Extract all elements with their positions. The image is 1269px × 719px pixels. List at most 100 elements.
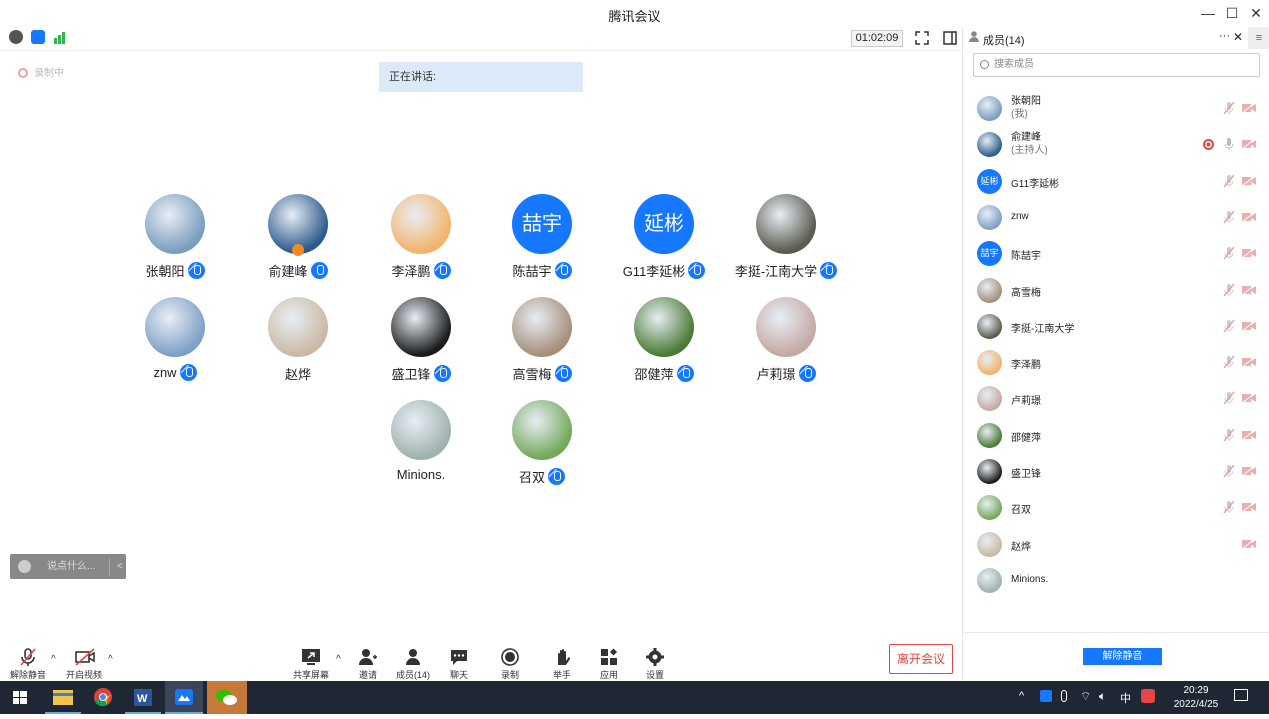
camera-off-icon[interactable]	[1242, 248, 1256, 259]
collapse-chat-icon[interactable]: <	[117, 554, 123, 579]
participant-tile[interactable]: 喆宇 陈喆宇	[482, 194, 602, 280]
raise-hand-button[interactable]: 举手	[540, 648, 584, 681]
camera-off-icon[interactable]	[1242, 211, 1256, 222]
leave-meeting-button[interactable]: 离开会议	[889, 644, 953, 674]
participant-tile[interactable]: 赵烨	[238, 297, 358, 383]
start-video-button[interactable]: 开启视频	[62, 648, 106, 681]
camera-off-icon[interactable]	[1242, 429, 1256, 440]
wechat-icon[interactable]	[207, 681, 247, 714]
chat-button[interactable]: 聊天	[437, 648, 481, 681]
file-explorer-icon[interactable]	[45, 681, 81, 714]
close-panel-icon[interactable]: ✕	[1233, 30, 1243, 44]
participant-tile[interactable]: znw	[115, 297, 235, 381]
mic-muted-icon[interactable]	[1223, 465, 1235, 477]
camera-off-icon[interactable]	[1242, 320, 1256, 331]
tray-chevron-icon[interactable]: ^	[1019, 690, 1024, 702]
mic-muted-icon[interactable]	[1223, 501, 1235, 514]
participant-tile[interactable]: 俞建峰	[238, 194, 358, 280]
word-icon[interactable]: W	[125, 681, 161, 714]
camera-off-icon[interactable]	[1242, 357, 1256, 368]
member-row[interactable]: 邵健萍	[963, 417, 1269, 453]
minimize-button[interactable]: —	[1196, 2, 1220, 24]
member-row[interactable]: 俞建峰 (主持人)	[963, 126, 1269, 162]
member-search-input[interactable]: 搜索成员	[973, 53, 1260, 77]
participant-tile[interactable]: 李泽鹏	[361, 194, 481, 280]
member-row[interactable]: 李泽鹏	[963, 344, 1269, 380]
mic-muted-icon[interactable]	[1223, 174, 1235, 187]
participant-tile[interactable]: Minions.	[361, 400, 481, 482]
member-row[interactable]: 张朝阳 (我)	[963, 90, 1269, 126]
fullscreen-icon[interactable]	[914, 30, 930, 46]
invite-button[interactable]: 邀请	[346, 648, 390, 681]
close-button[interactable]: ✕	[1244, 2, 1268, 24]
mic-muted-icon[interactable]	[1223, 247, 1235, 260]
record-button[interactable]: 录制	[488, 648, 532, 681]
camera-off-icon[interactable]	[1242, 103, 1256, 113]
video-options-caret[interactable]: ^	[108, 654, 113, 665]
camera-off-icon[interactable]	[1242, 139, 1256, 150]
tencent-meeting-icon[interactable]	[165, 681, 203, 714]
camera-off-icon[interactable]	[1242, 538, 1256, 549]
mic-muted-icon[interactable]	[1223, 319, 1235, 332]
share-screen-button[interactable]: 共享屏幕	[289, 648, 333, 681]
member-row[interactable]: 召双	[963, 489, 1269, 525]
participant-tile[interactable]: 高雪梅	[482, 297, 602, 383]
more-options-icon[interactable]: ···	[1219, 30, 1230, 42]
camera-off-icon[interactable]	[1242, 175, 1256, 186]
member-row[interactable]: 赵烨	[963, 526, 1269, 562]
member-row[interactable]: Minions.	[963, 562, 1269, 598]
participant-tile[interactable]: 李挺-江南大学	[726, 194, 846, 280]
mic-muted-icon[interactable]	[1223, 102, 1235, 114]
emoji-icon[interactable]	[18, 560, 31, 573]
participant-name-row: 邵健萍	[604, 364, 724, 383]
camera-off-icon[interactable]	[1242, 393, 1256, 404]
maximize-button[interactable]: ☐	[1220, 2, 1244, 24]
chat-input-box[interactable]: 说点什么... <	[10, 554, 126, 579]
participant-tile[interactable]: 召双	[482, 400, 602, 486]
members-button[interactable]: 成员(14)	[391, 648, 435, 681]
audio-options-caret[interactable]: ^	[51, 654, 56, 665]
unmute-all-button[interactable]: 解除静音	[1083, 648, 1162, 665]
participant-tile[interactable]: 盛卫锋	[361, 297, 481, 383]
camera-off-icon[interactable]	[1242, 284, 1256, 295]
participant-tile[interactable]: 卢莉璟	[726, 297, 846, 383]
signal-icon[interactable]	[53, 30, 69, 46]
sogou-ime-icon[interactable]	[1141, 689, 1155, 703]
apps-button[interactable]: 应用	[587, 648, 631, 681]
member-row[interactable]: 高雪梅	[963, 272, 1269, 308]
tray-mic-icon[interactable]	[1061, 690, 1067, 702]
chat-placeholder[interactable]: 说点什么...	[47, 554, 95, 579]
participant-tile[interactable]: 延彬 G11李延彬	[604, 194, 724, 280]
mic-muted-icon[interactable]	[1223, 210, 1235, 223]
camera-off-icon[interactable]	[1242, 466, 1256, 476]
mic-muted-icon[interactable]	[1223, 356, 1235, 369]
member-row[interactable]: 延彬 G11李延彬	[963, 163, 1269, 199]
mic-muted-icon[interactable]	[1223, 428, 1235, 441]
participant-tile[interactable]: 邵健萍	[604, 297, 724, 383]
ime-indicator[interactable]: 中	[1120, 690, 1131, 706]
participant-tile[interactable]: 张朝阳	[115, 194, 235, 280]
mic-muted-icon[interactable]	[1223, 392, 1235, 405]
mic-icon[interactable]	[1223, 138, 1235, 151]
start-button[interactable]	[0, 681, 40, 714]
member-row[interactable]: 李挺-江南大学	[963, 308, 1269, 344]
mic-muted-icon[interactable]	[1223, 283, 1235, 296]
menu-icon[interactable]: ≡	[1248, 27, 1269, 49]
member-row[interactable]: 盛卫锋	[963, 453, 1269, 489]
member-row[interactable]: znw	[963, 199, 1269, 235]
shield-icon[interactable]	[31, 30, 45, 44]
info-icon[interactable]	[9, 30, 23, 44]
member-row[interactable]: 喆宇 陈喆宇	[963, 235, 1269, 271]
tray-meeting-icon[interactable]	[1040, 690, 1052, 702]
settings-button[interactable]: 设置	[633, 648, 677, 681]
wifi-icon[interactable]: ⌔	[1080, 689, 1091, 704]
camera-off-icon[interactable]	[1242, 502, 1256, 513]
chrome-icon[interactable]	[85, 681, 121, 714]
layout-icon[interactable]	[942, 30, 958, 46]
member-row[interactable]: 卢莉璟	[963, 380, 1269, 416]
volume-icon[interactable]: 🔈︎	[1099, 689, 1106, 704]
share-options-caret[interactable]: ^	[336, 654, 341, 665]
system-clock[interactable]: 20:29 2022/4/25	[1168, 684, 1224, 712]
notification-icon[interactable]	[1234, 689, 1248, 701]
unmute-button[interactable]: 解除静音	[6, 648, 50, 681]
